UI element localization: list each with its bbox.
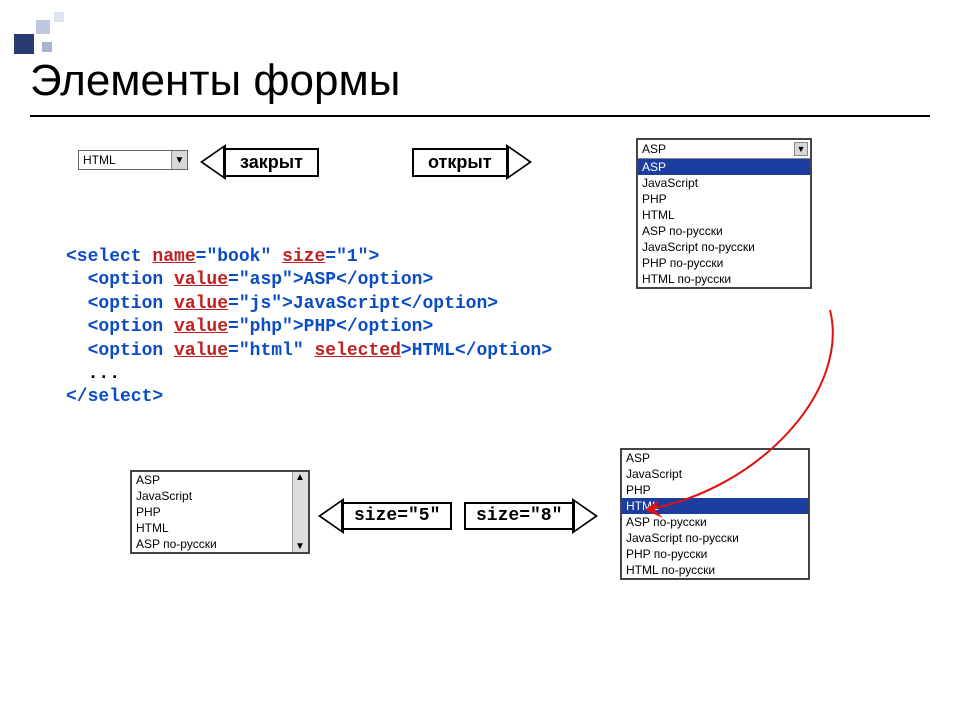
list-item[interactable]: PHP по-русски xyxy=(622,546,808,562)
list-item[interactable]: PHP по-русски xyxy=(638,255,810,271)
list-item[interactable]: ASP xyxy=(638,159,810,175)
list-item[interactable]: ASP по-русски xyxy=(638,223,810,239)
arrow-right-icon xyxy=(572,498,598,534)
list-item[interactable]: JavaScript по-русски xyxy=(622,530,808,546)
arrow-size8: size="8" xyxy=(464,498,598,534)
list-item[interactable]: HTML xyxy=(622,498,808,514)
size5-label: size="5" xyxy=(344,502,452,530)
code-example: <select name="book" size="1"> <option va… xyxy=(66,246,552,410)
list-item[interactable]: PHP xyxy=(638,191,810,207)
scrollbar[interactable] xyxy=(292,472,308,552)
chevron-down-icon[interactable]: ▼ xyxy=(794,142,808,156)
list-item[interactable]: ASP xyxy=(622,450,808,466)
list-item[interactable]: PHP xyxy=(622,482,808,498)
size8-label: size="8" xyxy=(464,502,572,530)
list-item[interactable]: JavaScript xyxy=(622,466,808,482)
arrow-size5: size="5" xyxy=(318,498,452,534)
arrow-left-icon xyxy=(200,144,226,180)
list-item[interactable]: ASP по-русски xyxy=(132,536,292,552)
list-item[interactable]: HTML xyxy=(132,520,292,536)
list-item[interactable]: JavaScript xyxy=(132,488,292,504)
list-item[interactable]: HTML xyxy=(638,207,810,223)
arrow-closed: закрыт xyxy=(200,144,319,180)
arrow-closed-label: закрыт xyxy=(226,148,319,177)
page-title: Элементы формы xyxy=(30,56,400,106)
select-closed-value: HTML xyxy=(79,151,171,169)
list-item[interactable]: PHP xyxy=(132,504,292,520)
chevron-down-icon[interactable]: ▼ xyxy=(171,151,187,169)
select-open-value: ASP xyxy=(638,140,810,159)
arrow-open: открыт xyxy=(412,144,532,180)
list-item[interactable]: HTML по-русски xyxy=(638,271,810,287)
select-open-options[interactable]: ASPJavaScriptPHPHTMLASP по-русскиJavaScr… xyxy=(638,159,810,287)
select-size5[interactable]: ASPJavaScriptPHPHTMLASP по-русски xyxy=(130,470,310,554)
list-item[interactable]: HTML по-русски xyxy=(622,562,808,578)
arrow-open-label: открыт xyxy=(412,148,506,177)
select-open[interactable]: ASP ▼ ASPJavaScriptPHPHTMLASP по-русскиJ… xyxy=(636,138,812,289)
list-item[interactable]: ASP xyxy=(132,472,292,488)
select-size8[interactable]: ASPJavaScriptPHPHTMLASP по-русскиJavaScr… xyxy=(620,448,810,580)
list-item[interactable]: JavaScript по-русски xyxy=(638,239,810,255)
list-item[interactable]: ASP по-русски xyxy=(622,514,808,530)
arrow-left-icon xyxy=(318,498,344,534)
arrow-right-icon xyxy=(506,144,532,180)
select-closed[interactable]: HTML ▼ xyxy=(78,150,188,170)
title-underline xyxy=(30,115,930,117)
list-item[interactable]: JavaScript xyxy=(638,175,810,191)
slide-decoration xyxy=(14,12,70,62)
